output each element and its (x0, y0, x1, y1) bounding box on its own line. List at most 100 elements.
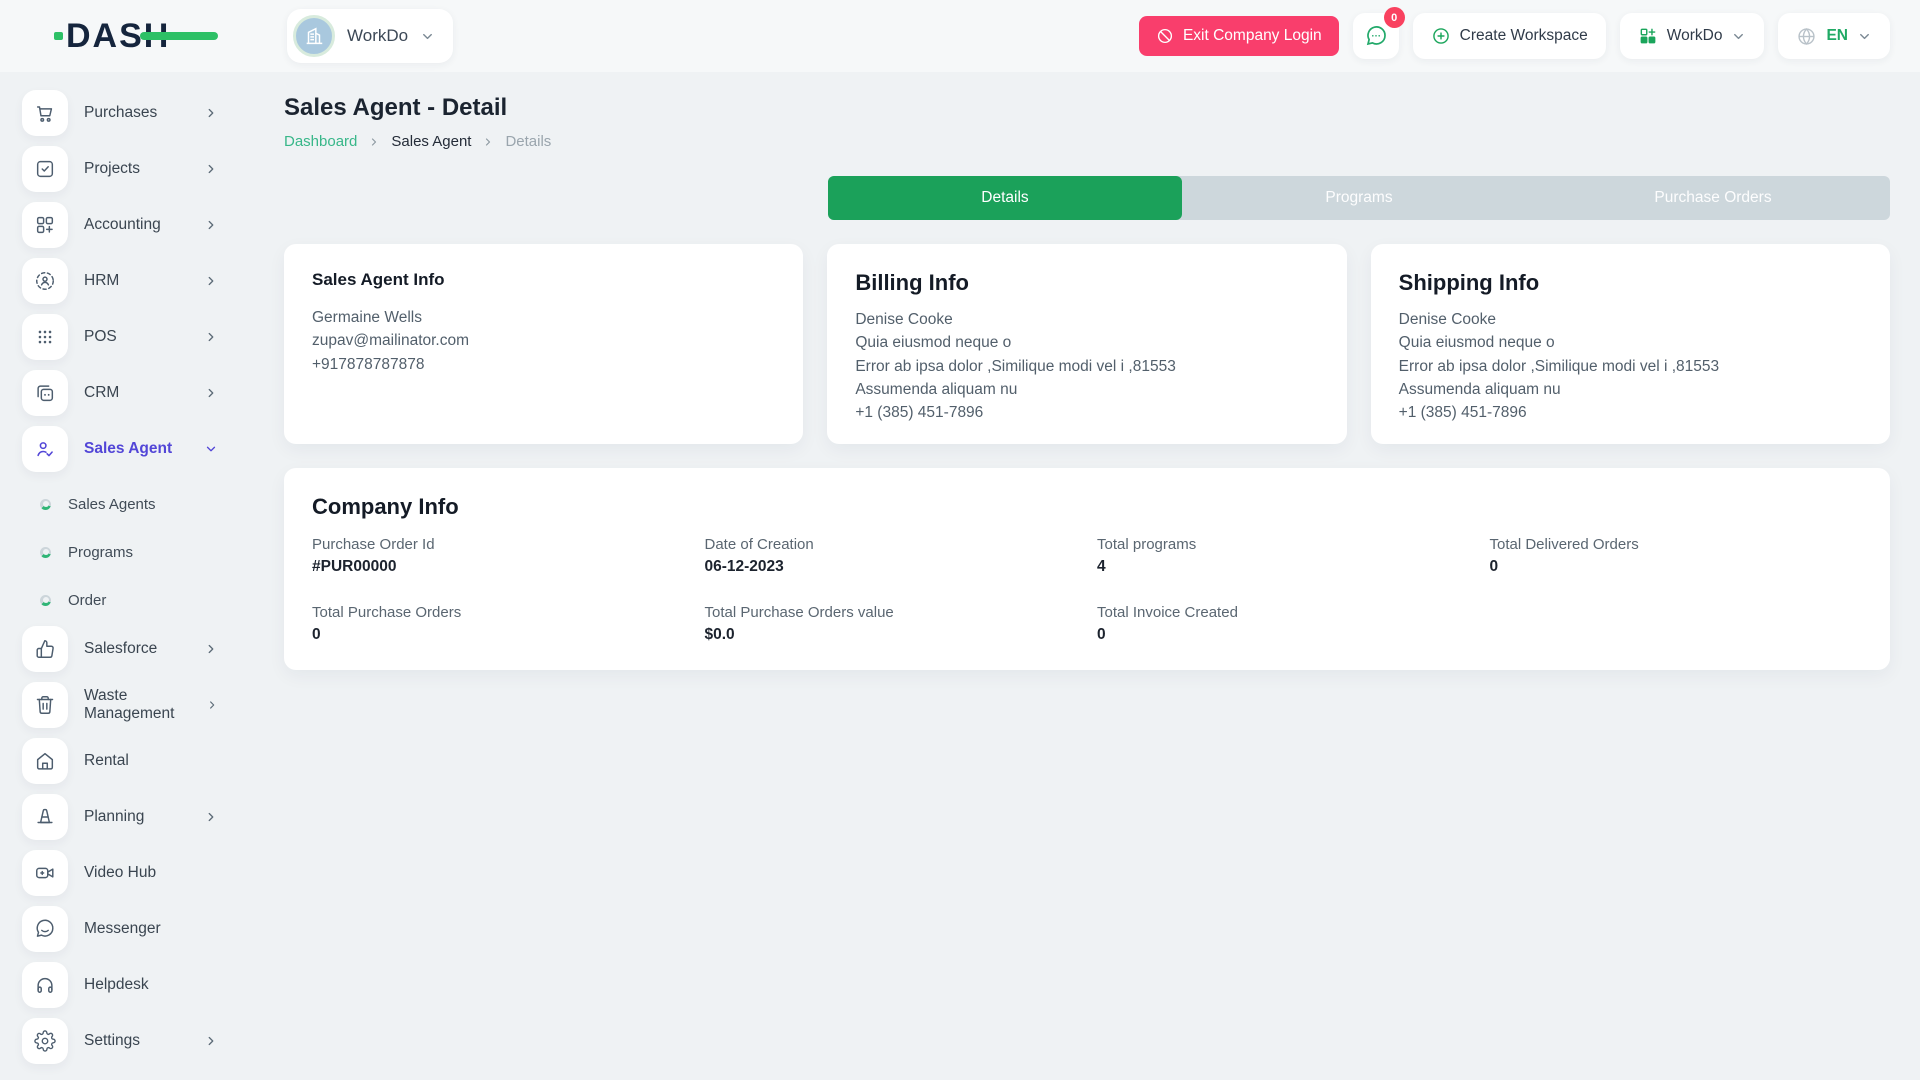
breadcrumb-details: Details (505, 133, 551, 150)
tab-programs[interactable]: Programs (1182, 176, 1536, 220)
chevron-right-icon (204, 218, 218, 232)
field-total-purchase-orders-value: Total Purchase Orders value $0.0 (705, 604, 1078, 644)
plus-circle-icon (1431, 26, 1451, 46)
globe-icon (1796, 26, 1817, 47)
shipping-address-line: Assumenda aliquam nu (1399, 378, 1862, 401)
shipping-address-line: Error ab ipsa dolor ,Similique modi vel … (1399, 355, 1862, 378)
card-title: Sales Agent Info (312, 270, 775, 290)
sidebar-item-messenger[interactable]: Messenger (22, 906, 232, 952)
sidebar-item-crm[interactable]: CRM (22, 370, 232, 416)
agent-email: zupav@mailinator.com (312, 329, 775, 352)
trash-icon (22, 682, 68, 728)
exit-company-login-button[interactable]: Exit Company Login (1139, 16, 1339, 56)
chevron-right-icon (204, 1034, 218, 1048)
shipping-name: Denise Cooke (1399, 308, 1862, 331)
building-icon (303, 25, 325, 47)
app-switcher-button[interactable]: WorkDo (1620, 13, 1765, 59)
billing-address-line: Assumenda aliquam nu (855, 378, 1318, 401)
chevron-right-icon (206, 698, 218, 712)
chevron-down-icon (420, 29, 435, 44)
sidebar-item-hrm[interactable]: HRM (22, 258, 232, 304)
cone-icon (22, 794, 68, 840)
topbar: DASH WorkDo Exit Company Login (0, 0, 1920, 72)
workspace-name: WorkDo (347, 26, 408, 46)
topbar-actions: Exit Company Login 0 Create Workspace Wo… (1139, 13, 1890, 59)
sidebar-subitem-sales-agents[interactable]: Sales Agents (22, 482, 232, 526)
breadcrumb-sales-agent: Sales Agent (391, 133, 471, 150)
sidebar-subitem-programs[interactable]: Programs (22, 530, 232, 574)
bullet-icon (40, 499, 51, 510)
chevron-down-icon (1731, 29, 1746, 44)
cart-icon (22, 90, 68, 136)
chevron-right-icon (204, 810, 218, 824)
blocks-plus-icon (22, 202, 68, 248)
chevron-right-icon (482, 136, 494, 148)
billing-name: Denise Cooke (855, 308, 1318, 331)
language-selector[interactable]: EN (1778, 13, 1890, 59)
billing-phone: +1 (385) 451-7896 (855, 401, 1318, 424)
headphones-icon (22, 962, 68, 1008)
sidebar: Purchases Projects Accounting HRM (0, 72, 232, 1080)
billing-info-card: Billing Info Denise Cooke Quia eiusmod n… (827, 244, 1346, 444)
shipping-info-card: Shipping Info Denise Cooke Quia eiusmod … (1371, 244, 1890, 444)
field-total-invoice-created: Total Invoice Created 0 (1097, 604, 1470, 644)
chevron-right-icon (204, 106, 218, 120)
chevron-down-icon (204, 442, 218, 456)
billing-address-line: Quia eiusmod neque o (855, 331, 1318, 354)
shipping-address-line: Quia eiusmod neque o (1399, 331, 1862, 354)
messages-count-badge: 0 (1384, 7, 1405, 28)
bullet-icon (40, 595, 51, 606)
chat-bubble-icon (1364, 24, 1388, 48)
video-camera-icon (22, 850, 68, 896)
tab-purchase-orders[interactable]: Purchase Orders (1536, 176, 1890, 220)
tab-details[interactable]: Details (828, 176, 1182, 220)
layers-icon (22, 370, 68, 416)
field-total-purchase-orders: Total Purchase Orders 0 (312, 604, 685, 644)
card-title: Billing Info (855, 270, 1318, 296)
sidebar-item-rental[interactable]: Rental (22, 738, 232, 784)
messages-button[interactable]: 0 (1353, 13, 1399, 59)
workspace-avatar (293, 15, 335, 57)
chevron-right-icon (204, 386, 218, 400)
sidebar-subitem-order[interactable]: Order (22, 578, 232, 622)
app-switcher-label: WorkDo (1667, 27, 1723, 45)
logo-green-bar (140, 32, 218, 40)
breadcrumb-dashboard-link[interactable]: Dashboard (284, 133, 357, 150)
check-square-icon (22, 146, 68, 192)
sidebar-item-video-hub[interactable]: Video Hub (22, 850, 232, 896)
sidebar-item-sales-agent[interactable]: Sales Agent (22, 426, 232, 472)
field-purchase-order-id: Purchase Order Id #PUR00000 (312, 536, 685, 576)
sidebar-item-projects[interactable]: Projects (22, 146, 232, 192)
card-title: Company Info (312, 494, 1862, 520)
logo-container: DASH (0, 17, 232, 56)
sidebar-item-purchases[interactable]: Purchases (22, 90, 232, 136)
field-total-programs: Total programs 4 (1097, 536, 1470, 576)
workspace-switcher[interactable]: WorkDo (287, 9, 453, 63)
shipping-phone: +1 (385) 451-7896 (1399, 401, 1862, 424)
logo-green-dot (54, 32, 63, 40)
sidebar-item-accounting[interactable]: Accounting (22, 202, 232, 248)
sidebar-item-pos[interactable]: POS (22, 314, 232, 360)
create-workspace-button[interactable]: Create Workspace (1413, 13, 1606, 59)
dots-grid-icon (22, 314, 68, 360)
company-info-grid: Purchase Order Id #PUR00000 Date of Crea… (312, 536, 1862, 644)
agent-name: Germaine Wells (312, 306, 775, 329)
create-workspace-label: Create Workspace (1460, 27, 1588, 45)
breadcrumb: Dashboard Sales Agent Details (284, 133, 1890, 150)
chevron-right-icon (204, 642, 218, 656)
sidebar-item-waste-management[interactable]: Waste Management (22, 682, 232, 728)
exit-company-login-label: Exit Company Login (1183, 27, 1322, 45)
sidebar-item-salesforce[interactable]: Salesforce (22, 626, 232, 672)
thumbs-up-icon (22, 626, 68, 672)
sidebar-item-planning[interactable]: Planning (22, 794, 232, 840)
dash-logo[interactable]: DASH (66, 17, 170, 56)
grid-plus-icon (1638, 26, 1658, 46)
card-title: Shipping Info (1399, 270, 1862, 296)
sidebar-item-helpdesk[interactable]: Helpdesk (22, 962, 232, 1008)
chevron-right-icon (204, 330, 218, 344)
page-title: Sales Agent - Detail (284, 94, 1890, 122)
sidebar-item-settings[interactable]: Settings (22, 1018, 232, 1064)
sales-agent-info-card: Sales Agent Info Germaine Wells zupav@ma… (284, 244, 803, 444)
detail-tabs: Details Programs Purchase Orders (828, 176, 1890, 220)
message-circle-icon (22, 906, 68, 952)
